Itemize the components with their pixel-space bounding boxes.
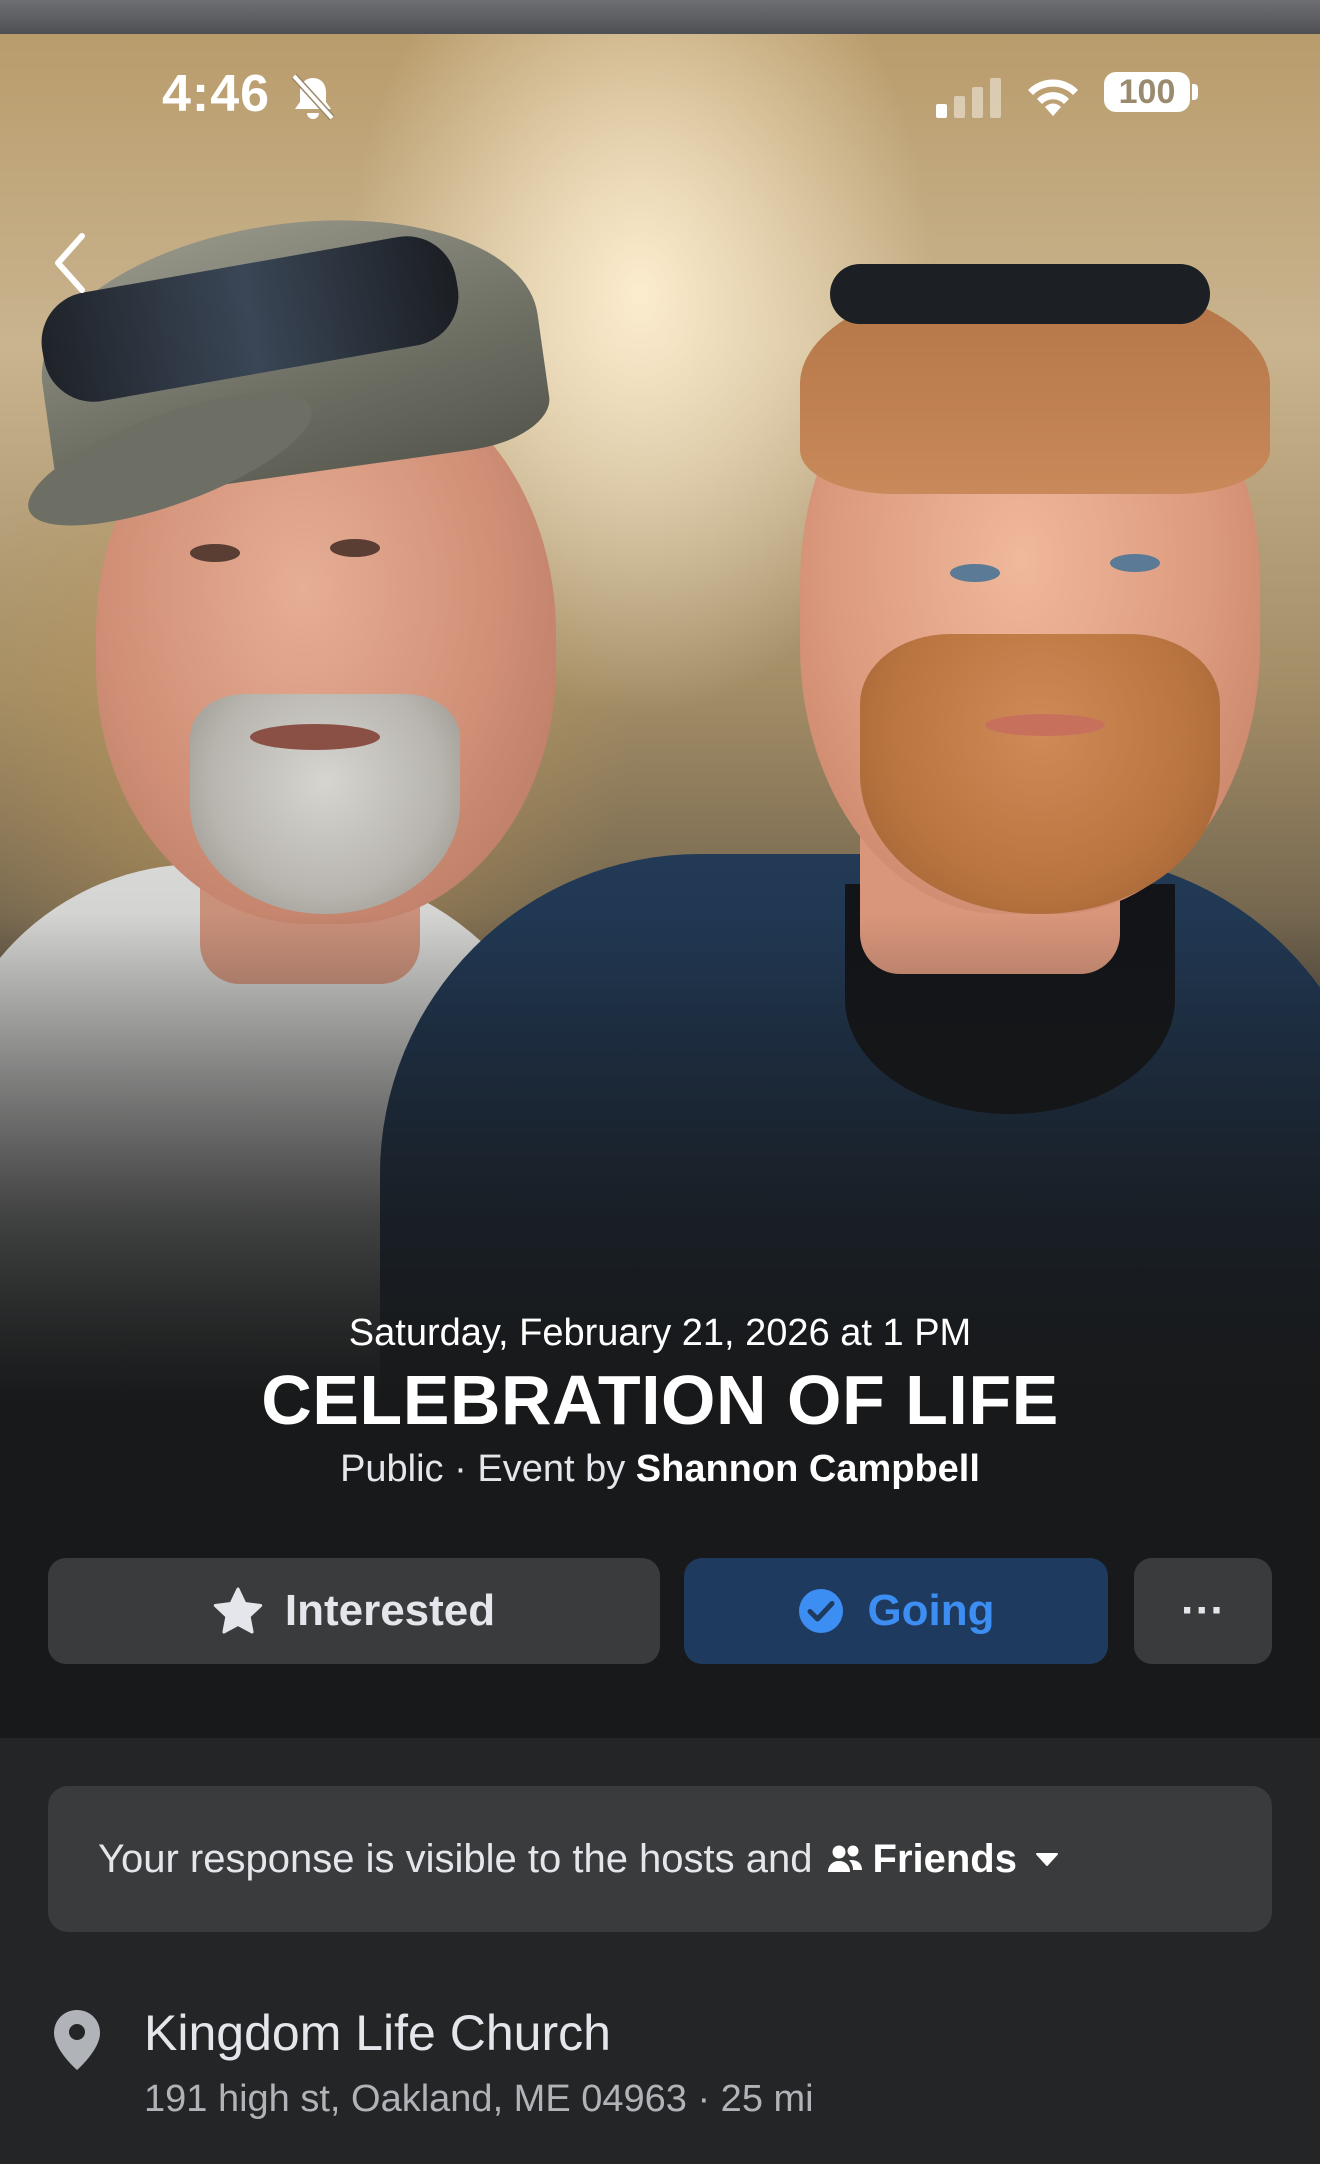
top-strip — [0, 0, 1320, 34]
event-date: Saturday, February 21, 2026 at 1 PM — [348, 1312, 972, 1354]
wifi-icon — [1024, 72, 1082, 121]
right-person-eye — [950, 564, 1000, 582]
caret-down-icon — [1035, 1851, 1059, 1867]
event-title: CELEBRATION OF LIFE — [261, 1361, 1059, 1439]
meta-separator: · — [443, 1448, 478, 1490]
location-name: Kingdom Life Church — [144, 2005, 611, 2061]
right-person-beard — [860, 634, 1220, 914]
left-person-eye — [190, 544, 240, 562]
interested-label: Interested — [284, 1586, 496, 1635]
going-label: Going — [867, 1586, 995, 1635]
response-visibility-notice[interactable]: Your response is visible to the hosts an… — [48, 1786, 1272, 1932]
people-icon — [827, 1843, 863, 1875]
audience-selector[interactable]: Friends — [827, 1837, 1059, 1882]
battery-level: 100 — [1118, 73, 1176, 111]
check-circle-icon — [797, 1587, 845, 1635]
going-button[interactable]: Going — [684, 1558, 1108, 1664]
bell-off-icon — [290, 72, 336, 127]
chevron-left-icon — [55, 233, 85, 293]
back-button[interactable] — [46, 228, 106, 298]
map-pin-icon — [52, 2008, 102, 2077]
event-privacy: Public — [340, 1448, 444, 1490]
status-time: 4:46 — [162, 65, 271, 123]
left-person-eye — [330, 539, 380, 557]
location-row[interactable]: Kingdom Life Church 191 high st, Oakland… — [0, 2000, 1320, 2150]
battery-nub — [1192, 84, 1198, 100]
location-address: 191 high st, Oakland, ME 04963 · 25 mi — [144, 2078, 814, 2120]
event-host-link[interactable]: Shannon Campbell — [636, 1448, 980, 1490]
interested-button[interactable]: Interested — [48, 1558, 660, 1664]
right-person-eye — [1110, 554, 1160, 572]
star-icon — [213, 1587, 263, 1635]
battery-icon: 100 — [1104, 72, 1190, 112]
signal-icon — [936, 78, 1004, 123]
more-icon: ··· — [1181, 1586, 1225, 1635]
more-options-button[interactable]: ··· — [1134, 1558, 1272, 1664]
event-meta: Public · Event by Shannon Campbell — [0, 1448, 1320, 1491]
event-by-label: Event by — [477, 1448, 626, 1490]
right-person-mouth — [985, 714, 1105, 736]
status-bar: 4:46 100 — [0, 60, 1320, 140]
cover-fade — [0, 914, 1320, 1594]
left-person-mouth — [250, 724, 380, 750]
visibility-text: Your response is visible to the hosts an… — [98, 1836, 813, 1881]
right-person-sunglasses — [830, 264, 1210, 324]
event-details-section: Your response is visible to the hosts an… — [0, 1738, 1320, 2164]
audience-label: Friends — [872, 1836, 1017, 1881]
